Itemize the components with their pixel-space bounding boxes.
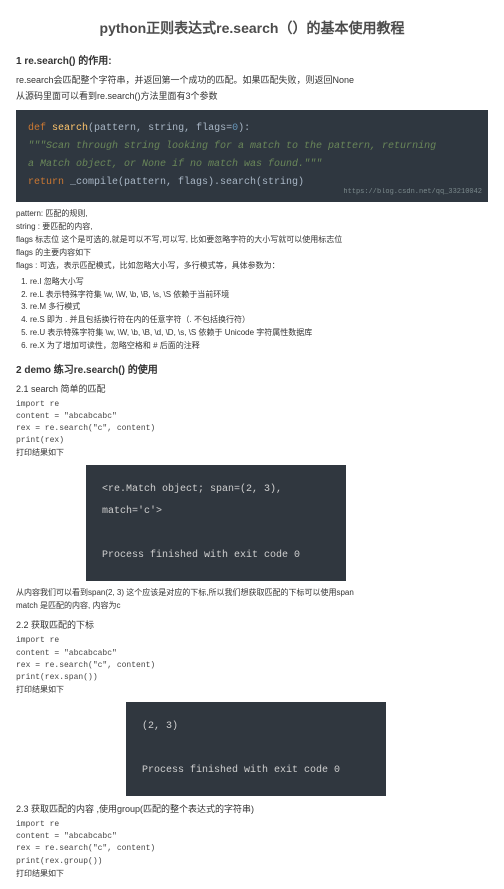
- sig-open: (pattern: [88, 123, 136, 134]
- code-line: content = "abcabcabc": [16, 831, 488, 842]
- code-line: rex = re.search("c", content): [16, 843, 488, 854]
- code-line: content = "abcabcabc": [16, 411, 488, 422]
- flags-desc: flags : 可选，表示匹配模式，比如忽略大小写，多行模式等，具体参数为：: [16, 260, 488, 272]
- code-watermark: https://blog.csdn.net/qq_33210042: [343, 186, 482, 199]
- sig-arg3: flags: [196, 123, 226, 134]
- code-line: content = "abcabcabc": [16, 648, 488, 659]
- print-result-label: 打印结果如下: [16, 684, 488, 696]
- code-signature-block: def search(pattern, string, flags=0): ""…: [16, 110, 488, 202]
- term-line: (2, 3): [142, 716, 370, 738]
- sig-arg2: string: [148, 123, 184, 134]
- flags-item: re.S 即为 . 并且包括换行符在内的任意字符（. 不包括换行符）: [30, 314, 488, 327]
- subsection-23: 2.3 获取匹配的内容 ,使用group(匹配的整个表达式的字符串): [16, 802, 488, 815]
- docstring-line1: """Scan through string looking for a mat…: [28, 138, 476, 156]
- flags-heading: flags 的主要内容如下: [16, 247, 488, 259]
- sig-close: ):: [238, 123, 250, 134]
- section1-p2: 从源码里面可以看到re.search()方法里面有3个参数: [16, 89, 488, 103]
- code-line: print(rex): [16, 435, 488, 446]
- return-compile: _compile: [70, 177, 118, 188]
- term-line: <re.Match object; span=(2, 3), match='c'…: [102, 479, 330, 523]
- return-args: (pattern, flags).search(string): [118, 177, 304, 188]
- match-note: match 是匹配的内容, 内容为c: [16, 600, 488, 612]
- term-line: Process finished with exit code 0: [102, 545, 330, 567]
- code-line: import re: [16, 819, 488, 830]
- print-result-label: 打印结果如下: [16, 447, 488, 459]
- terminal-output-1: <re.Match object; span=(2, 3), match='c'…: [86, 465, 346, 581]
- section2-heading: 2 demo 练习re.search() 的使用: [16, 361, 488, 376]
- docstring-line2: a Match object, or None if no match was …: [28, 156, 476, 174]
- sig-c2: ,: [184, 123, 196, 134]
- param-string: string : 要匹配的内容,: [16, 221, 488, 233]
- code-line: print(rex.span()): [16, 672, 488, 683]
- code-line: rex = re.search("c", content): [16, 660, 488, 671]
- terminal-output-2: (2, 3) Process finished with exit code 0: [126, 702, 386, 796]
- after-term1: 从内容我们可以看到span(2, 3) 这个应该是对应的下标,所以我们想获取匹配…: [16, 587, 488, 599]
- param-flags: flags 标志位 这个是可选的,就是可以不写,可以写, 比如要忽略字符的大小写…: [16, 234, 488, 246]
- keyword-def: def: [28, 123, 52, 134]
- flags-item: re.X 为了增加可读性，忽略空格和 # 后面的注释: [30, 340, 488, 353]
- subsection-21: 2.1 search 简单的匹配: [16, 382, 488, 395]
- param-pattern: pattern: 匹配的规则,: [16, 208, 488, 220]
- flags-list: re.I 忽略大小写 re.L 表示特殊字符集 \w, \W, \b, \B, …: [30, 276, 488, 353]
- flags-item: re.M 多行模式: [30, 301, 488, 314]
- print-result-label: 打印结果如下: [16, 868, 488, 880]
- keyword-return: return: [28, 177, 70, 188]
- code-line: rex = re.search("c", content): [16, 423, 488, 434]
- page-title: python正则表达式re.search（）的基本使用教程: [16, 18, 488, 38]
- flags-item: re.L 表示特殊字符集 \w, \W, \b, \B, \s, \S 依赖于当…: [30, 289, 488, 302]
- section1-p1: re.search会匹配整个字符串，并返回第一个成功的匹配。如果匹配失败，则返回…: [16, 73, 488, 87]
- sig-c1: ,: [136, 123, 148, 134]
- section1-heading: 1 re.search() 的作用:: [16, 52, 488, 67]
- flags-item: re.U 表示特殊字符集 \w, \W, \b, \B, \d, \D, \s,…: [30, 327, 488, 340]
- function-name: search: [52, 123, 88, 134]
- term-line: Process finished with exit code 0: [142, 760, 370, 782]
- subsection-22: 2.2 获取匹配的下标: [16, 618, 488, 631]
- code-line: print(rex.group()): [16, 856, 488, 867]
- code-line: import re: [16, 399, 488, 410]
- code-line: import re: [16, 635, 488, 646]
- flags-item: re.I 忽略大小写: [30, 276, 488, 289]
